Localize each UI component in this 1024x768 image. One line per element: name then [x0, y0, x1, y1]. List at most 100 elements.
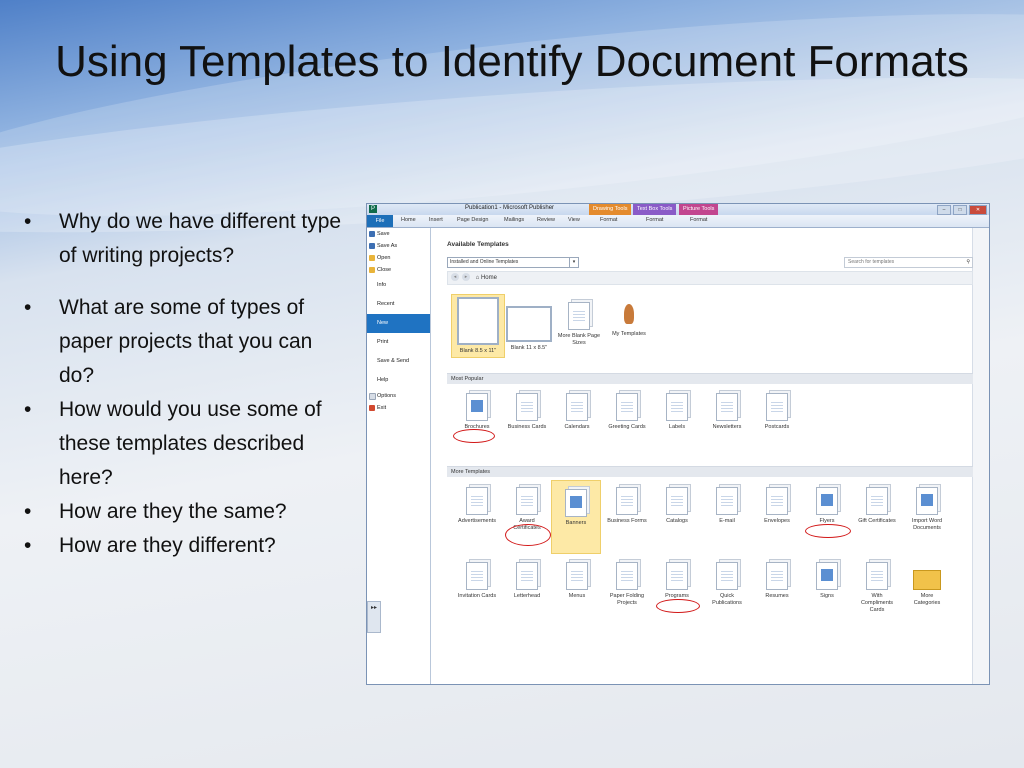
template-tile[interactable]: Programs [651, 562, 703, 600]
open-folder-icon [369, 255, 375, 261]
forward-icon[interactable]: ▸ [462, 273, 470, 282]
tab-insert[interactable]: Insert [429, 217, 443, 223]
tab-file[interactable]: File [367, 215, 393, 227]
template-source-dropdown[interactable]: Installed and Online Templates ▾ [447, 257, 579, 268]
blank-page-icon [457, 297, 499, 345]
file-command-save-as[interactable]: Save As [367, 240, 430, 252]
word-document-icon [916, 487, 938, 515]
template-tile[interactable]: Blank 8.5 x 11" [451, 294, 505, 358]
template-tile[interactable]: Resumes [751, 562, 803, 600]
chevron-down-icon[interactable]: ▾ [569, 258, 578, 267]
tab-review[interactable]: Review [537, 217, 555, 223]
template-tile[interactable]: Advertisements [451, 487, 503, 525]
template-search-input[interactable]: Search for templates ⚲ [844, 257, 973, 268]
context-tab-drawing-tools[interactable]: Drawing Tools [589, 204, 632, 215]
annotation-circle [656, 599, 700, 613]
close-icon[interactable]: ✕ [969, 205, 987, 215]
template-tile[interactable]: Postcards [751, 393, 803, 431]
template-tile[interactable]: With Compliments Cards [851, 562, 903, 614]
flyer-icon [816, 487, 838, 515]
bullet-list: Why do we have different type of writing… [22, 205, 352, 563]
home-icon[interactable]: ⌂ [476, 275, 480, 281]
template-tile[interactable]: Blank 11 x 8.5" [503, 294, 555, 352]
context-tab-picture-tools[interactable]: Picture Tools [679, 204, 719, 215]
file-command-close[interactable]: Close [367, 264, 430, 276]
email-icon [716, 487, 738, 515]
business-form-icon [616, 487, 638, 515]
bullet-item: Why do we have different type of writing… [22, 205, 352, 273]
greeting-card-icon [616, 393, 638, 421]
template-tile[interactable]: Calendars [551, 393, 603, 431]
template-tile[interactable]: Letterhead [501, 562, 553, 600]
file-command-options[interactable]: Options [367, 390, 430, 402]
calendar-icon [566, 393, 588, 421]
label-icon [666, 393, 688, 421]
folder-icon [913, 570, 941, 590]
template-tile[interactable]: Paper Folding Projects [601, 562, 653, 607]
save-as-icon [369, 243, 375, 249]
context-tab-text-box-tools[interactable]: Text Box Tools [633, 204, 677, 215]
template-tile[interactable]: Banners [551, 480, 601, 554]
tab-format-picture[interactable]: Format [690, 217, 707, 223]
tab-mailings[interactable]: Mailings [504, 217, 524, 223]
file-category-new[interactable]: New [367, 314, 430, 333]
template-tile[interactable]: My Templates [603, 302, 655, 338]
file-category-help[interactable]: Help [367, 371, 430, 390]
template-tile[interactable]: Menus [551, 562, 603, 600]
file-command-open[interactable]: Open [367, 252, 430, 264]
template-tile[interactable]: Flyers [801, 487, 853, 525]
slide-title: Using Templates to Identify Document For… [55, 37, 969, 86]
letterhead-icon [516, 562, 538, 590]
template-tile[interactable]: Greeting Cards [601, 393, 653, 431]
template-tile[interactable]: Business Cards [501, 393, 553, 431]
template-tile[interactable]: Brochures [451, 393, 503, 431]
file-category-save-send[interactable]: Save & Send [367, 352, 430, 371]
annotation-circle [805, 524, 851, 538]
publisher-window: P Publication1 - Microsoft Publisher Dra… [366, 203, 990, 685]
file-category-print[interactable]: Print [367, 333, 430, 352]
template-tile[interactable]: Gift Certificates [851, 487, 903, 525]
menu-icon [566, 562, 588, 590]
file-category-info[interactable]: Info [367, 276, 430, 295]
ribbon-tabs: File Home Insert Page Design Mailings Re… [367, 215, 989, 228]
tab-page-design[interactable]: Page Design [457, 217, 489, 223]
breadcrumb-home[interactable]: Home [481, 275, 497, 281]
annotation-circle [453, 429, 495, 443]
tab-format-drawing[interactable]: Format [600, 217, 617, 223]
template-tile[interactable]: Labels [651, 393, 703, 431]
template-tile[interactable]: Newsletters [701, 393, 753, 431]
file-category-recent[interactable]: Recent [367, 295, 430, 314]
tab-home[interactable]: Home [401, 217, 416, 223]
file-command-exit[interactable]: Exit [367, 402, 430, 414]
tab-view[interactable]: View [568, 217, 580, 223]
magnifier-icon[interactable]: ⚲ [966, 258, 970, 267]
template-tile[interactable]: Invitation Cards [451, 562, 503, 600]
back-icon[interactable]: ◂ [451, 273, 459, 282]
exit-icon [369, 405, 375, 411]
template-tile[interactable]: Import Word Documents [901, 487, 953, 532]
tab-format-text-box[interactable]: Format [646, 217, 663, 223]
title-bar: P Publication1 - Microsoft Publisher Dra… [367, 204, 989, 215]
quick-publication-icon [716, 562, 738, 590]
template-tile[interactable]: Signs [801, 562, 853, 600]
catalog-icon [666, 487, 688, 515]
template-tile[interactable]: Envelopes [751, 487, 803, 525]
minimize-icon[interactable]: – [937, 205, 951, 215]
template-tile[interactable]: Quick Publications [701, 562, 753, 607]
maximize-icon[interactable]: □ [953, 205, 967, 215]
template-tile[interactable]: More Categories [901, 562, 953, 607]
publisher-logo-icon: P [369, 205, 377, 213]
bullet-item: What are some of types of paper projects… [22, 291, 352, 393]
available-templates-heading: Available Templates [447, 241, 509, 248]
template-tile[interactable]: Catalogs [651, 487, 703, 525]
file-command-save[interactable]: Save [367, 228, 430, 240]
template-tile[interactable]: Business Forms [601, 487, 653, 525]
collapse-handle[interactable]: ▸▸ [367, 601, 381, 633]
envelope-icon [766, 487, 788, 515]
template-tile[interactable]: More Blank Page Sizes [553, 302, 605, 347]
close-folder-icon [369, 267, 375, 273]
vertical-scrollbar[interactable] [972, 228, 989, 684]
section-most-popular: Most Popular [447, 373, 973, 384]
template-tile[interactable]: E-mail [701, 487, 753, 525]
options-icon [369, 393, 376, 400]
